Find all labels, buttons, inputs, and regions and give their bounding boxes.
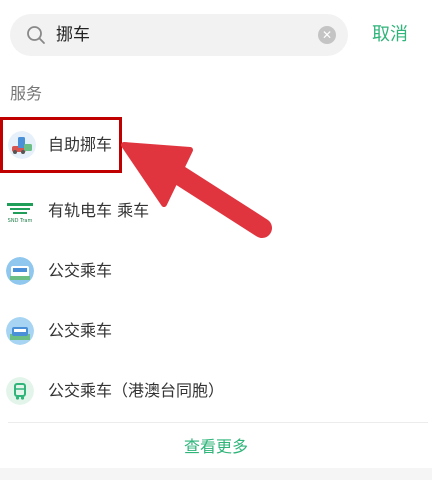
bottom-band <box>0 468 432 480</box>
divider <box>8 422 428 423</box>
annotation-arrow-icon <box>121 142 272 238</box>
view-more-button[interactable]: 查看更多 <box>0 432 432 462</box>
